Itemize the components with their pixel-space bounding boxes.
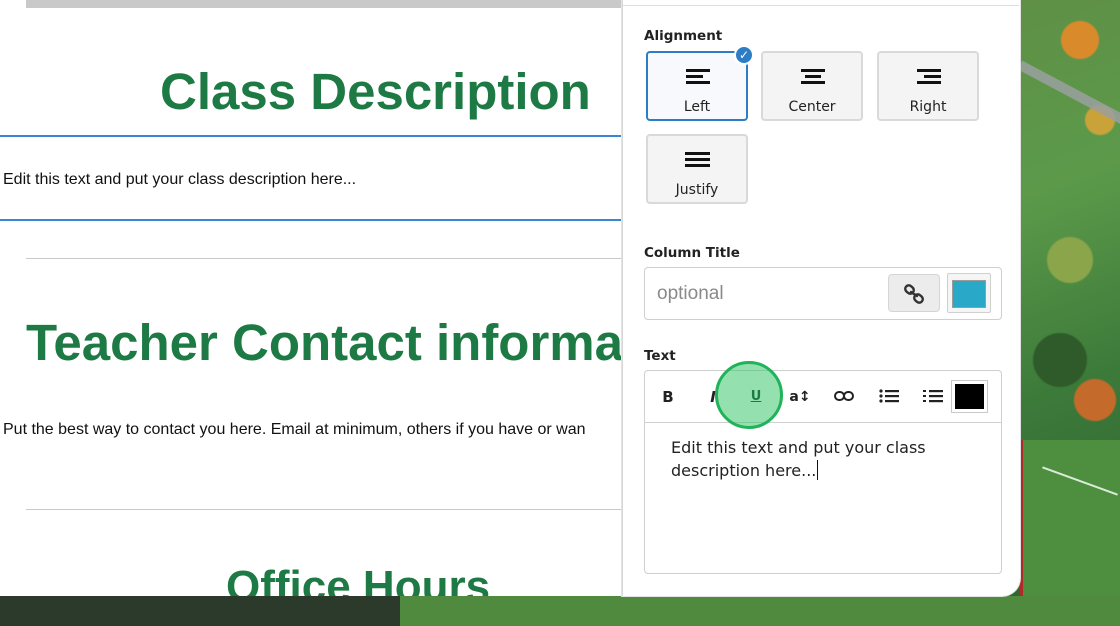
column-title-field xyxy=(644,267,1002,320)
align-left-label: Left xyxy=(683,99,711,115)
sports-field xyxy=(1020,440,1120,600)
bold-button[interactable]: B xyxy=(653,383,683,411)
text-color-picker[interactable] xyxy=(951,380,988,413)
selected-text-block[interactable]: Edit this text and put your class descri… xyxy=(0,135,622,221)
alignment-label: Alignment xyxy=(644,28,723,44)
properties-panel: Alignment Left ✓ Center Right Justify Co… xyxy=(622,0,1020,596)
text-editor[interactable]: Edit this text and put your class descri… xyxy=(644,422,1002,574)
align-right-icon xyxy=(879,69,977,89)
section-title-teacher-contact: Teacher Contact informa xyxy=(26,314,622,371)
align-left-icon xyxy=(648,69,746,89)
font-size-button[interactable]: a↕ xyxy=(785,383,815,411)
align-justify-icon xyxy=(648,152,746,172)
column-title-link-button[interactable] xyxy=(888,274,940,312)
page-top-divider xyxy=(26,0,622,8)
text-link-button[interactable] xyxy=(829,383,859,411)
bullet-list-button[interactable] xyxy=(874,383,904,411)
italic-button[interactable]: I xyxy=(698,383,728,411)
align-center-icon xyxy=(763,69,861,89)
section-divider xyxy=(26,258,622,259)
underline-button[interactable]: U xyxy=(741,383,771,411)
align-center-button[interactable]: Center xyxy=(761,51,863,121)
background-strip xyxy=(0,596,420,626)
align-justify-button[interactable]: Justify xyxy=(646,134,748,204)
link-icon xyxy=(834,391,854,401)
align-left-button[interactable]: Left ✓ xyxy=(646,45,754,121)
color-swatch xyxy=(955,384,984,409)
text-caret xyxy=(817,460,819,480)
column-title-label: Column Title xyxy=(644,245,740,261)
align-center-label: Center xyxy=(788,99,836,115)
color-swatch xyxy=(952,280,986,308)
align-right-label: Right xyxy=(909,99,947,115)
text-editor-content: Edit this text and put your class descri… xyxy=(671,438,926,480)
document-page: Class Description Edit this text and put… xyxy=(0,0,622,596)
column-title-input[interactable] xyxy=(657,280,877,308)
text-toolbar: B I U a↕ xyxy=(644,370,1002,422)
numbered-list-button[interactable] xyxy=(918,383,948,411)
background-field xyxy=(400,596,1120,626)
road xyxy=(1017,60,1120,126)
class-description-text: Edit this text and put your class descri… xyxy=(3,171,357,188)
text-label: Text xyxy=(644,348,676,364)
teacher-contact-text[interactable]: Put the best way to contact you here. Em… xyxy=(3,421,586,439)
numbered-list-icon xyxy=(923,390,943,403)
selected-check-icon: ✓ xyxy=(734,45,754,65)
link-icon xyxy=(904,284,924,304)
panel-top-divider xyxy=(623,0,1019,6)
column-title-color-picker[interactable] xyxy=(947,273,991,313)
section-title-class-description: Class Description xyxy=(160,63,591,120)
align-justify-label: Justify xyxy=(675,182,719,198)
align-right-button[interactable]: Right xyxy=(877,51,979,121)
section-title-office-hours: Office Hours xyxy=(226,562,491,596)
section-divider xyxy=(26,509,622,510)
bullet-list-icon xyxy=(879,389,899,403)
